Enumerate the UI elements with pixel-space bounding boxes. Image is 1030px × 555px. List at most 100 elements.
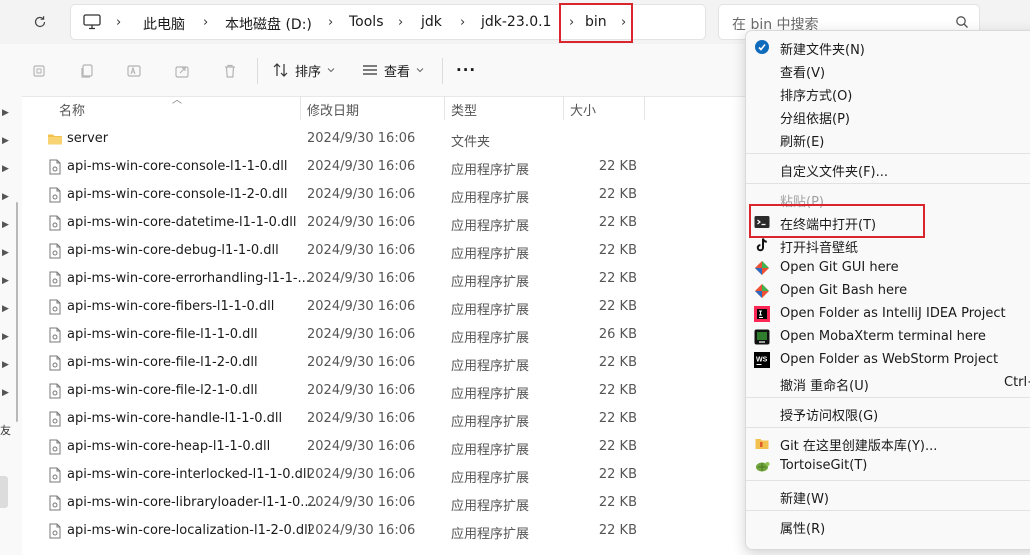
refresh-button[interactable] — [27, 10, 53, 34]
expand-arrow-icon[interactable]: ▶ — [2, 332, 9, 342]
menu-item-new-folder[interactable]: 新建文件夹(N) — [746, 36, 1030, 59]
cut-button[interactable] — [29, 61, 49, 81]
file-row[interactable]: api-ms-win-core-console-l1-1-0.dll 2024/… — [22, 153, 742, 181]
file-row[interactable]: api-ms-win-core-heap-l1-1-0.dll 2024/9/3… — [22, 433, 742, 461]
menu-item-label: 排序方式(O) — [780, 89, 853, 104]
expand-arrow-icon[interactable]: ▶ — [2, 108, 9, 118]
menu-item-tortoisegit[interactable]: TortoiseGit(T) — [746, 455, 1030, 478]
menu-item-sort-by[interactable]: 排序方式(O) — [746, 82, 1030, 105]
expand-arrow-icon[interactable]: ▶ — [2, 276, 9, 286]
menu-item-customize-folder[interactable]: 自定义文件夹(F)... — [746, 158, 1030, 181]
expand-arrow-icon[interactable]: ▶ — [2, 304, 9, 314]
file-date: 2024/9/30 16:06 — [307, 523, 416, 538]
file-name: api-ms-win-core-handle-l1-1-0.dll — [67, 411, 283, 426]
menu-item-label: 新建文件夹(N) — [780, 43, 865, 58]
breadcrumb-jdk-version[interactable]: jdk-23.0.1 — [481, 14, 551, 30]
menu-item-git-gui[interactable]: Open Git GUI here — [746, 257, 1030, 280]
file-date: 2024/9/30 16:06 — [307, 187, 416, 202]
menu-item-intellij[interactable]: Open Folder as IntelliJ IDEA Project — [746, 303, 1030, 326]
file-type: 应用程序扩展 — [451, 247, 530, 262]
file-name: api-ms-win-core-libraryloader-l1-1-0.... — [67, 495, 317, 510]
nav-item-truncated[interactable]: 友 — [0, 422, 11, 438]
menu-item-group-by[interactable]: 分组依据(P) — [746, 105, 1030, 128]
column-divider[interactable] — [444, 96, 445, 120]
menu-item-label: Open Folder as WebStorm Project — [780, 352, 999, 367]
expand-arrow-icon[interactable]: ▶ — [2, 388, 9, 398]
chevron-right-icon[interactable]: › — [116, 15, 121, 30]
copy-button[interactable] — [77, 61, 97, 81]
column-date-modified[interactable]: 修改日期 — [307, 100, 359, 119]
view-button[interactable]: 查看 — [362, 59, 424, 81]
git-gui-icon — [755, 261, 769, 275]
file-row[interactable]: api-ms-win-core-libraryloader-l1-1-0....… — [22, 489, 742, 517]
breadcrumb-jdk[interactable]: jdk — [421, 14, 442, 30]
expand-arrow-icon[interactable]: ▶ — [2, 164, 9, 174]
file-row[interactable]: api-ms-win-core-errorhandling-l1-1-... 2… — [22, 265, 742, 293]
menu-item-git-bash[interactable]: Open Git Bash here — [746, 280, 1030, 303]
dll-file-icon — [49, 523, 61, 539]
menu-item-mobaxterm[interactable]: Open MobaXterm terminal here — [746, 326, 1030, 349]
computer-icon — [83, 14, 101, 30]
git-bash-icon — [755, 284, 769, 298]
more-options-button[interactable]: ··· — [456, 59, 476, 81]
expand-arrow-icon[interactable]: ▶ — [2, 220, 9, 230]
menu-item-refresh[interactable]: 刷新(E) — [746, 128, 1030, 151]
file-row[interactable]: api-ms-win-core-interlocked-l1-1-0.dll 2… — [22, 461, 742, 489]
menu-item-grant-access[interactable]: 授予访问权限(G) — [746, 402, 1030, 425]
column-name[interactable]: 名称 — [59, 100, 85, 119]
file-row[interactable]: api-ms-win-core-file-l2-1-0.dll 2024/9/3… — [22, 377, 742, 405]
column-type[interactable]: 类型 — [451, 100, 477, 119]
file-size: 22 KB — [598, 439, 637, 454]
file-row[interactable]: api-ms-win-core-file-l1-2-0.dll 2024/9/3… — [22, 349, 742, 377]
chevron-right-icon[interactable]: › — [328, 15, 333, 30]
share-button[interactable] — [172, 61, 192, 81]
address-bar[interactable]: › 此电脑 › 本地磁盘 (D:) › Tools › jdk › jdk-23… — [70, 3, 706, 43]
file-type: 应用程序扩展 — [451, 359, 530, 374]
column-divider[interactable] — [563, 96, 564, 120]
file-type: 应用程序扩展 — [451, 471, 530, 486]
copy-path-icon — [33, 65, 45, 77]
folder-row[interactable]: server 2024/9/30 16:06 文件夹 — [22, 125, 742, 153]
file-row[interactable]: api-ms-win-core-debug-l1-1-0.dll 2024/9/… — [22, 237, 742, 265]
chevron-right-icon[interactable]: › — [203, 15, 208, 30]
sort-button[interactable]: 排序 — [273, 59, 335, 81]
menu-item-git-create-repo[interactable]: Git 在这里创建版本库(Y)... — [746, 432, 1030, 455]
breadcrumb-tools[interactable]: Tools — [349, 14, 384, 30]
menu-item-properties[interactable]: 属性(R) — [746, 515, 1030, 538]
delete-button[interactable] — [220, 61, 240, 81]
bin-highlight-box — [559, 3, 633, 43]
file-row[interactable]: api-ms-win-core-handle-l1-1-0.dll 2024/9… — [22, 405, 742, 433]
expand-arrow-icon[interactable]: ▶ — [2, 248, 9, 258]
menu-item-new[interactable]: 新建(W) — [746, 485, 1030, 508]
file-type: 应用程序扩展 — [451, 331, 530, 346]
column-divider[interactable] — [644, 96, 645, 120]
file-row[interactable]: api-ms-win-core-localization-l1-2-0.dll … — [22, 517, 742, 545]
file-name: api-ms-win-core-file-l1-2-0.dll — [67, 355, 258, 370]
menu-item-douyin-wallpaper[interactable]: 打开抖音壁纸 — [746, 234, 1030, 257]
chevron-right-icon[interactable]: › — [460, 15, 465, 30]
column-divider[interactable] — [300, 96, 301, 120]
nav-scrollbar[interactable] — [16, 202, 18, 422]
nav-selected-item[interactable] — [0, 476, 8, 508]
file-name: api-ms-win-core-interlocked-l1-1-0.dll — [67, 467, 311, 482]
menu-item-view[interactable]: 查看(V) — [746, 59, 1030, 82]
rename-button[interactable] — [124, 61, 144, 81]
expand-arrow-icon[interactable]: ▶ — [2, 360, 9, 370]
expand-arrow-icon[interactable]: ▶ — [2, 192, 9, 202]
file-row[interactable]: api-ms-win-core-datetime-l1-1-0.dll 2024… — [22, 209, 742, 237]
breadcrumb-drive-d[interactable]: 本地磁盘 (D:) — [225, 14, 312, 34]
menu-item-webstorm[interactable]: WS Open Folder as WebStorm Project — [746, 349, 1030, 372]
file-row[interactable]: api-ms-win-core-console-l1-2-0.dll 2024/… — [22, 181, 742, 209]
file-size: 22 KB — [598, 215, 637, 230]
breadcrumb-this-pc[interactable]: 此电脑 — [143, 14, 185, 34]
menu-item-undo-rename[interactable]: 撤消 重命名(U) Ctrl+ — [746, 372, 1030, 395]
dll-file-icon — [49, 495, 61, 511]
dll-file-icon — [49, 159, 61, 175]
file-row[interactable]: api-ms-win-core-fibers-l1-1-0.dll 2024/9… — [22, 293, 742, 321]
column-size[interactable]: 大小 — [570, 100, 596, 119]
file-type: 应用程序扩展 — [451, 219, 530, 234]
expand-arrow-icon[interactable]: ▶ — [2, 136, 9, 146]
file-row[interactable]: api-ms-win-core-file-l1-1-0.dll 2024/9/3… — [22, 321, 742, 349]
chevron-right-icon[interactable]: › — [398, 15, 403, 30]
file-type: 应用程序扩展 — [451, 275, 530, 290]
